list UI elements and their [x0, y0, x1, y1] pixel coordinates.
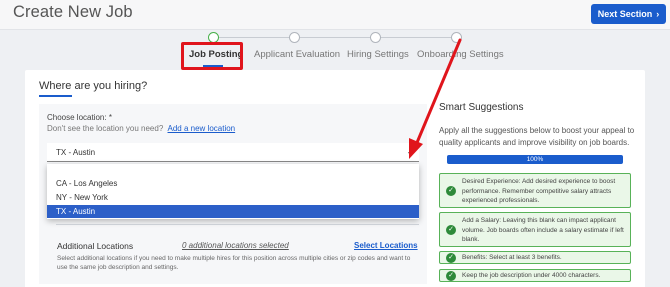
field-divider	[56, 224, 419, 225]
section-title-underline	[39, 95, 72, 97]
check-circle-icon: ✓	[446, 225, 456, 235]
section-title: Where are you hiring?	[39, 80, 148, 92]
location-select-value: TX - Austin	[56, 148, 96, 157]
tab-onboarding-settings[interactable]: Onboarding Settings	[417, 49, 504, 60]
dropdown-option-selected[interactable]: TX - Austin	[47, 205, 419, 218]
suggestion-text: Desired Experience: Add desired experien…	[462, 178, 616, 204]
top-bar: Create New Job Next Section ›	[0, 0, 670, 30]
location-help: Don't see the location you need? Add a n…	[47, 124, 235, 133]
location-select[interactable]: TX - Austin ⌄	[47, 143, 419, 162]
add-location-link[interactable]: Add a new location	[168, 124, 236, 133]
step-dot-hiring-settings[interactable]	[370, 32, 381, 43]
smart-suggestions-description: Apply all the suggestions below to boost…	[439, 126, 635, 147]
next-section-label: Next Section	[597, 9, 653, 19]
dropdown-option[interactable]: CA - Los Angeles	[47, 177, 419, 190]
suggestion-item: ✓ Desired Experience: Add desired experi…	[439, 173, 631, 208]
chevron-down-icon[interactable]: ⌄	[406, 147, 413, 156]
check-circle-icon: ✓	[446, 253, 456, 263]
suggestion-item: ✓ Keep the job description under 4000 ch…	[439, 269, 631, 282]
location-dropdown: CA - Los Angeles NY - New York TX - Aust…	[47, 164, 419, 219]
next-section-button[interactable]: Next Section ›	[591, 4, 666, 24]
suggestion-text: Benefits: Select at least 3 benefits.	[462, 254, 562, 261]
smart-suggestions-title: Smart Suggestions	[439, 102, 524, 113]
step-dot-onboarding-settings[interactable]	[451, 32, 462, 43]
suggestion-text: Add a Salary: Leaving this blank can imp…	[462, 217, 624, 243]
stepper-track	[213, 37, 457, 38]
tab-applicant-evaluation[interactable]: Applicant Evaluation	[254, 49, 340, 60]
select-locations-link[interactable]: Select Locations	[354, 241, 418, 250]
page-title: Create New Job	[13, 3, 133, 21]
suggestion-item: ✓ Add a Salary: Leaving this blank can i…	[439, 212, 631, 247]
additional-locations-title: Additional Locations	[57, 241, 134, 251]
check-circle-icon: ✓	[446, 271, 456, 281]
suggestions-progress-bar: 100%	[447, 155, 623, 164]
suggestion-item: ✓ Benefits: Select at least 3 benefits.	[439, 251, 631, 264]
tab-hiring-settings[interactable]: Hiring Settings	[347, 49, 409, 60]
check-circle-icon: ✓	[446, 186, 456, 196]
annotation-highlight-box	[181, 42, 243, 70]
step-dot-applicant-evaluation[interactable]	[289, 32, 300, 43]
additional-locations-count: 0 additional locations selected	[182, 241, 289, 250]
additional-locations-description: Select additional locations if you need …	[57, 255, 411, 271]
chevron-right-icon: ›	[656, 9, 660, 19]
suggestion-text: Keep the job description under 4000 char…	[462, 272, 601, 279]
dropdown-option[interactable]: NY - New York	[47, 191, 419, 204]
location-help-text: Don't see the location you need?	[47, 124, 164, 133]
location-label: Choose location: *	[47, 113, 112, 122]
